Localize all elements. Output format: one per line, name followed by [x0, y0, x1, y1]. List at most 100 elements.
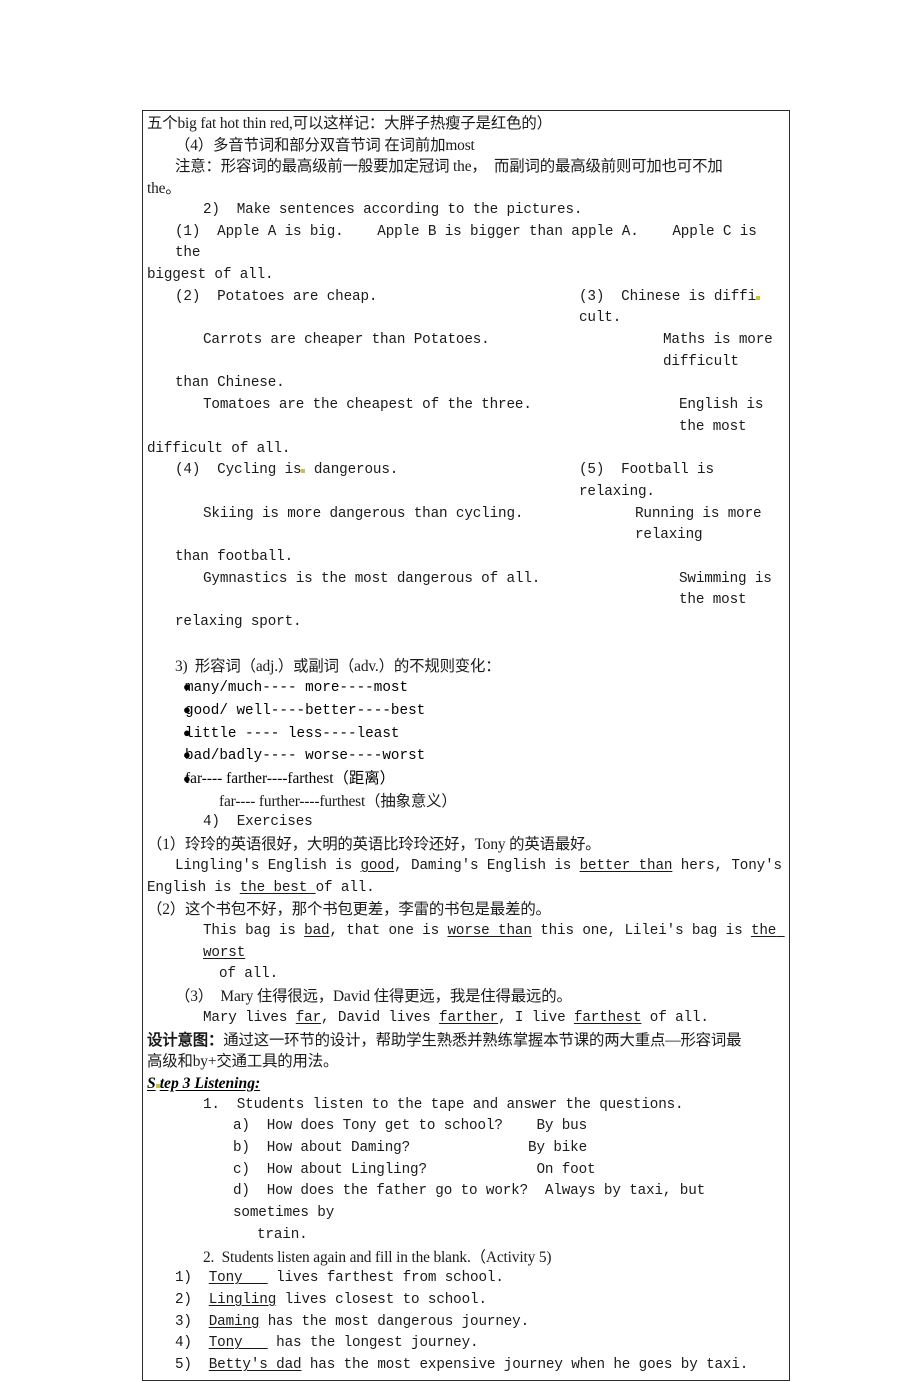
example-2-line-3: than Chinese.	[175, 375, 285, 392]
list-item-label: bad/badly---- worse----worst	[185, 748, 426, 765]
example-5-line-2: Running is more relaxing	[635, 505, 770, 544]
fill-blank-answer-1: Tony	[208, 1270, 268, 1287]
q2-part-1: This bag is	[203, 923, 305, 939]
example-3-line-2: Maths is more difficult	[663, 332, 782, 370]
note-line-1: 注意：形容词的最高级前一般要加定冠词 the， 而副词的最高级前则可加也可不加	[175, 158, 723, 176]
fill-blank-item-2: 2) Lingling lives closest to school.	[147, 1290, 785, 1312]
listening-question-c: c) How about Lingling? On foot	[233, 1161, 596, 1178]
make-sentences-heading: 2) Make sentences according to the pictu…	[203, 201, 583, 218]
example-3-line-3: English is the most	[679, 397, 772, 435]
listening-question-d-cont: train.	[257, 1226, 308, 1243]
question-2-english-line-2: of all.	[219, 966, 279, 983]
design-intent-text-1: 通过这一环节的设计，帮助学生熟悉并熟练掌握本节课的两大重点—形容词最	[223, 1031, 742, 1049]
fill-blank-text-3: has the most dangerous journey.	[259, 1313, 530, 1330]
lesson-content-cell: 五个big fat hot thin red,可以这样记：大胖子热瘦子是红色的）…	[143, 111, 789, 1380]
exercises-heading: 4) Exercises	[203, 814, 313, 831]
example-4-line-5: relaxing sport.	[175, 614, 302, 631]
example-2-3-row-2: Carrots are cheaper than Potatoes. Maths…	[147, 330, 785, 373]
design-intent-line-1: 设计意图：通过这一环节的设计，帮助学生熟悉并熟练掌握本节课的两大重点—形容词最	[147, 1030, 785, 1052]
spellcheck-highlight-mark	[756, 295, 761, 300]
example-3-heading: (3) Chinese is diffi cult.	[579, 287, 785, 330]
list-item: ● far---- farther----farthest（距离）	[147, 768, 785, 791]
example-4-5-row-3: Gymnastics is the most dangerous of all.…	[147, 569, 785, 612]
list-item: ● good/ well----better----best	[147, 700, 785, 723]
document-page: 五个big fat hot thin red,可以这样记：大胖子热瘦子是红色的）…	[0, 0, 920, 1381]
bullet-icon: ●	[183, 702, 191, 718]
list-item: ● many/much---- more----most	[147, 677, 785, 700]
q3-part-4: of all.	[641, 1009, 709, 1026]
bullet-icon: ●	[183, 680, 191, 696]
example-4-heading-part-b: dangerous.	[305, 462, 399, 479]
fill-blank-number-1: 1)	[175, 1270, 209, 1287]
q1-l2-part-1: English is	[147, 879, 240, 896]
q3-part-2: , David lives	[321, 1009, 440, 1026]
fill-blank-text-2: lives closest to school.	[276, 1291, 487, 1308]
example-4-line-4: Gymnastics is the most dangerous of all.	[203, 570, 541, 587]
fill-blank-answer-4: Tony	[208, 1335, 268, 1352]
example-4-5-row-2: Skiing is more dangerous than cycling. R…	[147, 504, 785, 547]
step-3-heading-initial: S	[147, 1074, 156, 1092]
fill-blank-text-5: has the most expensive journey when he g…	[301, 1357, 749, 1374]
q1-answer-the-best: the best	[239, 879, 316, 896]
fill-blank-number-3: 3)	[175, 1313, 209, 1330]
fill-blank-number-2: 2)	[175, 1291, 209, 1308]
question-3-english: Mary lives far, David lives farther, I l…	[147, 1008, 785, 1030]
example-5-line-3: Swimming is the most	[679, 570, 781, 609]
bullet-sub-line: far---- further----furthest（抽象意义）	[219, 792, 457, 810]
irregular-forms-heading: 3) 形容词（adj.）或副词（adv.）的不规则变化：	[175, 657, 501, 675]
question-2-english-line-1: This bag is bad, that one is worse than …	[147, 921, 785, 964]
step-3-heading-rest: tep 3 Listening:	[159, 1074, 261, 1092]
list-item: ● little ---- less----least	[147, 723, 785, 746]
list-item: ● bad/badly---- worse----worst	[147, 745, 785, 768]
example-4-line-2: Skiing is more dangerous than cycling.	[203, 505, 524, 522]
design-intent-label: 设计意图：	[147, 1031, 224, 1049]
list-item-label: many/much---- more----most	[185, 680, 409, 697]
lesson-content-table: 五个big fat hot thin red,可以这样记：大胖子热瘦子是红色的）…	[142, 110, 790, 1381]
q2-part-3: this one, Lilei's bag is	[531, 923, 751, 939]
list-item-label: little ---- less----least	[185, 725, 400, 742]
q3-answer-far: far	[295, 1009, 322, 1026]
fill-blank-answer-2: Lingling	[208, 1291, 277, 1308]
bullet-icon: ●	[183, 772, 191, 788]
note-line-2: the。	[147, 180, 181, 198]
q1-answer-better-than: better than	[579, 857, 673, 874]
example-2-line-4: Tomatoes are the cheapest of the three.	[203, 397, 532, 414]
q1-part-3: hers, Tony's	[672, 857, 782, 874]
example-1-line-1: (1) Apple A is big. Apple B is bigger th…	[175, 223, 766, 262]
question-1-chinese: （1）玲玲的英语很好，大明的英语比玲玲还好，Tony 的英语最好。	[147, 836, 601, 854]
example-4-5-row-1: (4) Cycling is dangerous. (5) Football i…	[147, 460, 785, 503]
bullet-icon: ●	[183, 748, 191, 764]
example-4-heading: (4) Cycling is dangerous.	[147, 460, 579, 482]
fill-blank-item-1: 1) Tony lives farthest from school.	[147, 1268, 785, 1290]
q3-answer-farthest: farthest	[573, 1009, 642, 1026]
design-intent-line-2: 高级和by+交通工具的用法。	[147, 1053, 339, 1071]
step-3-listening-heading: Step 3 Listening:	[147, 1073, 785, 1095]
listening-task-2: 2. Students listen again and fill in the…	[203, 1248, 552, 1266]
example-4-line-3: than football.	[175, 549, 294, 566]
example-3-heading-part-a: (3) Chinese is diffi	[579, 288, 757, 305]
bullet-icon: ●	[183, 725, 191, 741]
question-3-chinese: （3） Mary 住得很远，David 住得更远，我是住得最远的。	[175, 988, 572, 1006]
q1-part-1: Lingling's English is	[175, 857, 361, 874]
fill-blank-answer-5: Betty's dad	[208, 1357, 302, 1374]
fill-blank-item-3: 3) Daming has the most dangerous journey…	[147, 1312, 785, 1334]
q2-answer-worse-than: worse than	[447, 923, 532, 939]
example-2-3-row-1: (2) Potatoes are cheap. (3) Chinese is d…	[147, 287, 785, 330]
example-2-heading: (2) Potatoes are cheap.	[175, 288, 378, 305]
fill-blank-item-4: 4) Tony has the longest journey.	[147, 1333, 785, 1355]
mnemonic-line: 五个big fat hot thin red,可以这样记：大胖子热瘦子是红色的）	[147, 115, 552, 132]
rule-4-line: （4）多音节词和部分双音节词 在词前加most	[175, 136, 475, 154]
q1-l2-part-2: of all.	[315, 879, 375, 896]
fill-blank-item-5: 5) Betty's dad has the most expensive jo…	[147, 1355, 785, 1377]
question-1-english-line-2: English is the best of all.	[147, 878, 785, 900]
question-2-chinese: （2）这个书包不好，那个书包更差，李雷的书包是最差的。	[147, 901, 551, 919]
example-2-line-5: difficult of all.	[147, 440, 291, 457]
question-1-english-line-1: Lingling's English is good, Daming's Eng…	[147, 856, 785, 878]
q1-part-2: , Daming's English is	[394, 857, 580, 874]
example-3-heading-part-b: cult.	[579, 310, 622, 327]
q1-answer-good: good	[360, 857, 395, 874]
list-item-label: far---- farther----farthest（距离）	[185, 770, 396, 788]
fill-blank-text-4: has the longest journey.	[267, 1335, 479, 1352]
listening-task-1: 1. Students listen to the tape and answe…	[203, 1096, 684, 1113]
